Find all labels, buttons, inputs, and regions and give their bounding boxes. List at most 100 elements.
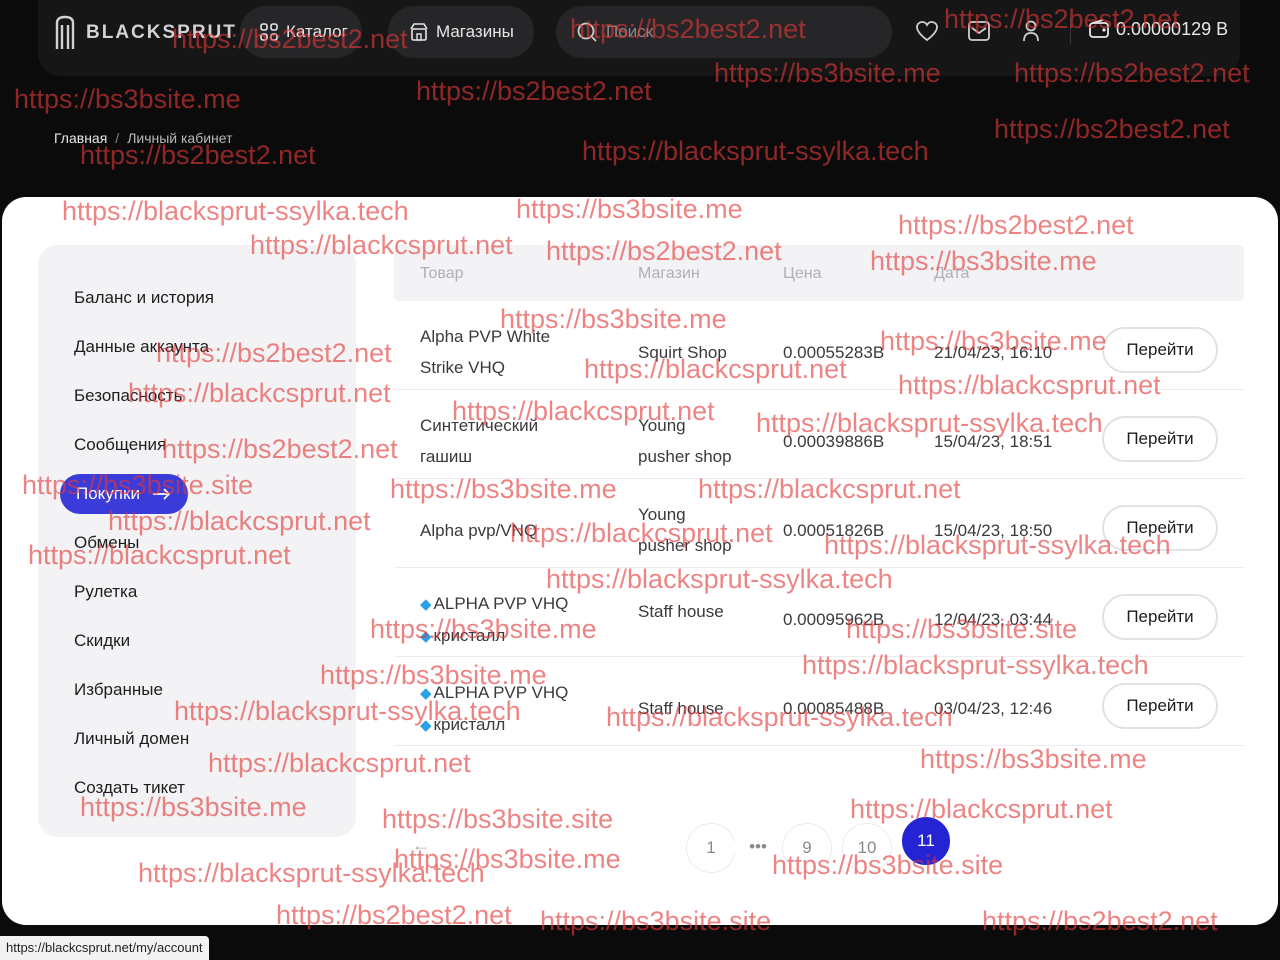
diamond-icon: ◆ (420, 628, 432, 645)
product-name-line: гашиш (420, 447, 473, 466)
go-button[interactable]: Перейти (1102, 416, 1218, 462)
diamond-icon: ◆ (420, 596, 432, 613)
watermark-text: https://bs2best2.net (994, 114, 1230, 144)
table-row: ◆ ALPHA PVP VHQ ◆ кристалл Staff house 0.0… (394, 568, 1244, 657)
product-name-line: кристалл (433, 626, 506, 645)
price: 0.00095962B (783, 610, 885, 629)
breadcrumb-separator: / (115, 130, 120, 146)
grid-icon (260, 23, 278, 41)
date: 03/04/23, 12:46 (934, 699, 1053, 718)
product-name-line: Strike VHQ (420, 358, 506, 377)
table-row: Синтетический гашиш Young pusher shop 0.… (394, 390, 1244, 479)
go-button[interactable]: Перейти (1102, 505, 1218, 551)
logo-icon (55, 15, 75, 49)
column-header-price: Цена (783, 265, 822, 282)
breadcrumb-home[interactable]: Главная (54, 130, 107, 146)
sidebar-item-favorites[interactable]: Избранные (74, 670, 163, 710)
page-button-1[interactable]: 1 (686, 823, 736, 873)
account-panel: Баланс и история Данные аккаунта Безопас… (2, 197, 1278, 925)
wallet-icon (1089, 19, 1109, 38)
account-sidebar: Баланс и история Данные аккаунта Безопас… (38, 245, 356, 837)
sidebar-item-security[interactable]: Безопасность (74, 376, 182, 416)
arrow-right-icon (152, 488, 171, 500)
purchases-table: Товар Магазин Цена Дата Alpha PVP White … (394, 245, 1244, 746)
page-button-11[interactable]: 11 (902, 817, 950, 865)
header-divider (1070, 18, 1071, 44)
catalog-label: Каталог (286, 22, 348, 41)
shop-name-line: pusher shop (638, 536, 732, 555)
shop-name: Young pusher shop (638, 499, 768, 561)
wallet-balance[interactable]: 0.00000129 B (1088, 18, 1228, 40)
watermark-text: https://bs2best2.net (416, 76, 652, 106)
product-name-line: Синтетический (420, 416, 539, 435)
table-row: Alpha PVP White Strike VHQ Squirt Shop 0… (394, 301, 1244, 390)
diamond-icon: ◆ (420, 685, 432, 702)
product-name: Alpha pvp/VNQ (420, 521, 538, 540)
shop-name: Young pusher shop (638, 410, 768, 472)
user-icon[interactable] (1018, 18, 1044, 44)
shop-name-line: pusher shop (638, 447, 732, 466)
diamond-icon: ◆ (420, 717, 432, 734)
product-name: Синтетический гашиш (420, 410, 610, 472)
shop-name: Staff house (638, 602, 724, 621)
heart-icon[interactable] (914, 18, 940, 44)
sidebar-item-account-data[interactable]: Данные аккаунта (74, 327, 209, 367)
date: 12/04/23, 03:44 (934, 610, 1053, 629)
page-button-9[interactable]: 9 (782, 823, 832, 873)
watermark-text: https://blacksprut-ssylka.tech (582, 136, 929, 166)
shops-label: Магазины (436, 22, 514, 41)
product-name: ◆ ALPHA PVP VHQ ◆ кристалл (420, 677, 610, 741)
sidebar-item-purchases[interactable]: Покупки (60, 474, 188, 514)
shop-name: Staff house (638, 699, 724, 718)
go-button[interactable]: Перейти (1102, 594, 1218, 640)
date: 15/04/23, 18:50 (934, 521, 1053, 540)
watermark-text: https://bs3bsite.me (14, 84, 241, 114)
shops-button[interactable]: Магазины (388, 6, 534, 58)
sidebar-item-messages[interactable]: Сообщения (74, 425, 166, 465)
breadcrumb: Главная / Личный кабинет (54, 130, 233, 146)
table-row: ◆ ALPHA PVP VHQ ◆ кристалл Staff house 0.0… (394, 657, 1244, 746)
price: 0.00051826B (783, 521, 885, 540)
prev-page-arrow-icon[interactable]: ← (412, 835, 430, 856)
sidebar-item-roulette[interactable]: Рулетка (74, 572, 137, 612)
product-name-line: ALPHA PVP VHQ (433, 594, 569, 613)
link-status-bar: https://blackcsprut.net/my/account (0, 936, 209, 960)
breadcrumb-current: Личный кабинет (127, 130, 233, 146)
store-icon (410, 23, 428, 41)
catalog-button[interactable]: Каталог (240, 6, 362, 58)
product-name-line: Alpha PVP White (420, 327, 551, 346)
go-button[interactable]: Перейти (1102, 327, 1218, 373)
page-button-10[interactable]: 10 (842, 823, 892, 873)
page-ellipsis: ••• (734, 823, 782, 871)
product-name: Alpha PVP White Strike VHQ (420, 321, 610, 383)
sidebar-item-create-ticket[interactable]: Создать тикет (74, 768, 185, 808)
shop-name: Squirt Shop (638, 343, 727, 362)
logo[interactable]: BLACKSPRUT (54, 14, 237, 52)
product-name-line: кристалл (433, 715, 506, 734)
product-name-line: ALPHA PVP VHQ (433, 683, 569, 702)
header-actions (914, 18, 1071, 44)
column-header-product: Товар (420, 265, 464, 282)
search-input[interactable]: Поиск (556, 6, 892, 58)
date: 15/04/23, 18:51 (934, 432, 1053, 451)
column-header-date: Дата (934, 265, 970, 282)
sidebar-item-exchanges[interactable]: Обмены (74, 523, 139, 563)
search-icon (577, 22, 597, 42)
product-name: ◆ ALPHA PVP VHQ ◆ кристалл (420, 588, 610, 652)
balance-value: 0.00000129 B (1116, 18, 1229, 39)
sidebar-item-personal-domain[interactable]: Личный домен (74, 719, 189, 759)
logo-text: BLACKSPRUT (86, 22, 237, 43)
price: 0.00085488B (783, 699, 885, 718)
price: 0.00039886B (783, 432, 885, 451)
sidebar-item-discounts[interactable]: Скидки (74, 621, 130, 661)
mail-icon[interactable] (966, 18, 992, 44)
go-button[interactable]: Перейти (1102, 683, 1218, 729)
shop-name-line: Young (638, 505, 686, 524)
column-header-shop: Магазин (638, 265, 700, 282)
price: 0.00055283B (783, 343, 885, 362)
shop-name-line: Young (638, 416, 686, 435)
sidebar-item-purchases-label: Покупки (76, 484, 140, 503)
sidebar-item-balance[interactable]: Баланс и история (74, 278, 214, 318)
date: 21/04/23, 16:10 (934, 343, 1053, 362)
pagination: ← 1 ••• 9 10 11 (402, 817, 962, 881)
